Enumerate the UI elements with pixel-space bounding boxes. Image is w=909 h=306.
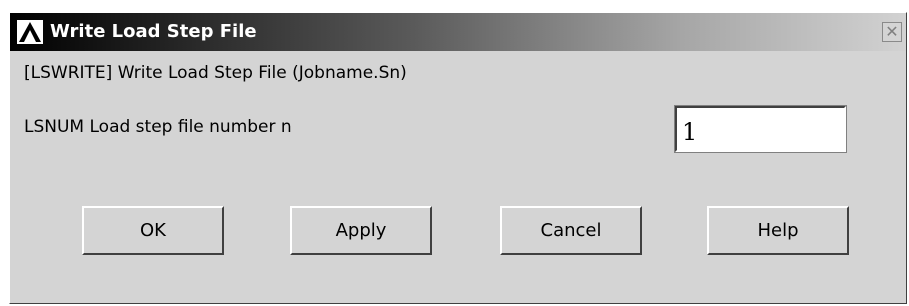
titlebar[interactable]: Write Load Step File ✕ xyxy=(10,13,906,51)
help-button[interactable]: Help xyxy=(707,206,849,255)
lsnum-label: LSNUM Load step file number n xyxy=(24,117,292,137)
window-title: Write Load Step File xyxy=(50,21,257,42)
apply-button[interactable]: Apply xyxy=(290,206,432,255)
close-icon[interactable]: ✕ xyxy=(882,22,902,42)
command-description: [LSWRITE] Write Load Step File (Jobname.… xyxy=(24,63,407,83)
cancel-button[interactable]: Cancel xyxy=(500,206,642,255)
write-load-step-dialog: Write Load Step File ✕ [LSWRITE] Write L… xyxy=(9,12,907,304)
ok-button[interactable]: OK xyxy=(82,206,224,255)
lsnum-input[interactable] xyxy=(674,105,847,153)
ansys-logo-icon xyxy=(17,20,43,44)
